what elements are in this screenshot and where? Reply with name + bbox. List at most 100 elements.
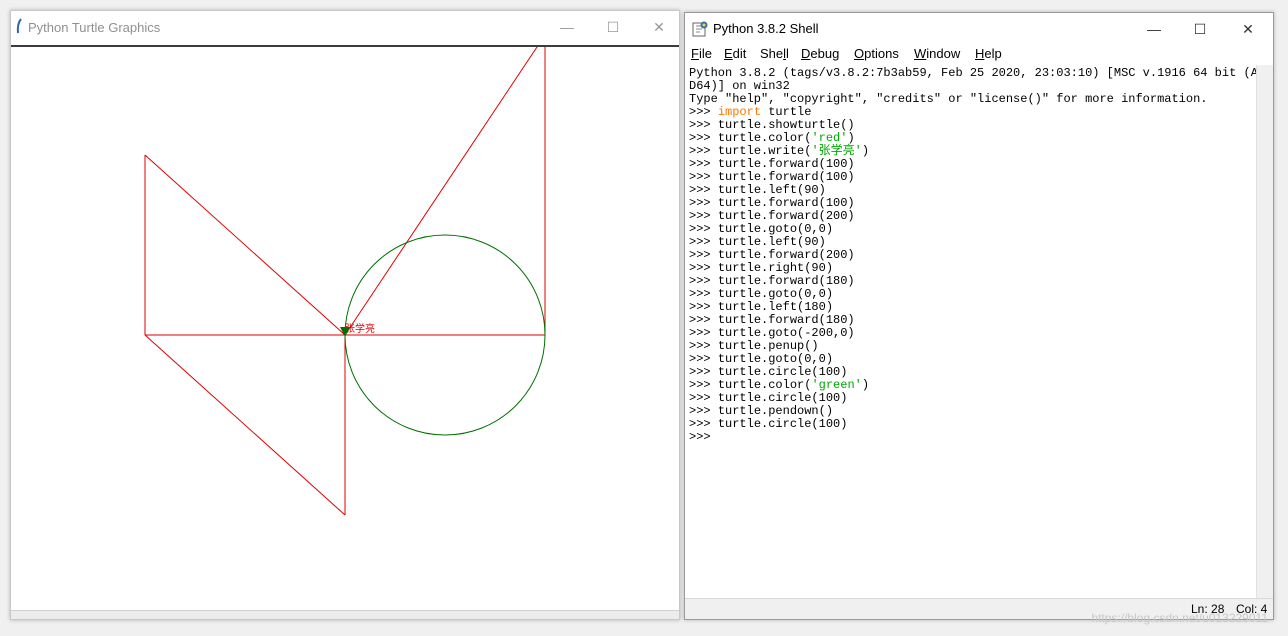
turtle-horizontal-scrollbar[interactable] [11,610,679,619]
code-token: turtle.forward(200) [717,209,855,223]
shell-prompt: >>> [689,144,718,158]
shell-prompt: >>> [689,274,718,288]
menu-label: ebug [810,46,840,61]
shell-prompt: >>> [689,235,718,249]
code-token: turtle.right(90) [717,261,834,275]
string-token: 'green' [811,378,862,392]
close-button[interactable]: ✕ [1225,13,1271,45]
drawn-line [344,47,538,336]
code-token: turtle.write( [717,144,812,158]
code-token: turtle.circle(100) [717,417,848,431]
turtle-window-title: Python Turtle Graphics [28,20,161,35]
menu-label: E [724,46,733,61]
menu-window[interactable]: Window [914,46,960,61]
shell-prompt: >>> [689,378,718,392]
maximize-button[interactable]: ☐ [1177,13,1223,45]
code-token: ) [861,378,870,392]
menu-label: H [975,46,985,61]
turtle-titlebar[interactable]: Python Turtle Graphics — ☐ ✕ [11,11,679,47]
menu-options[interactable]: Options [854,46,899,61]
menu-label: ptions [864,46,899,61]
menu-help[interactable]: Help [975,46,1002,61]
code-token: turtle.forward(180) [717,313,855,327]
shell-titlebar[interactable]: Python 3.8.2 Shell — ☐ ✕ [685,13,1273,47]
shell-input-line: >>> [689,431,1257,444]
code-token: turtle.color( [717,131,812,145]
minimize-button[interactable]: — [544,11,590,43]
menu-file[interactable]: File [691,46,712,61]
python-idle-icon [692,21,708,42]
shell-prompt: >>> [689,430,718,444]
menu-debug[interactable]: Debug [801,46,839,61]
menu-label: F [691,46,699,61]
code-token: turtle.goto(0,0) [717,287,834,301]
watermark: https://blog.csdn.net/u013229011 [1091,611,1268,625]
shell-prompt: >>> [689,391,718,405]
menu-label: She [760,46,784,61]
shell-vertical-scrollbar[interactable] [1256,65,1273,599]
shell-prompt: >>> [689,300,718,314]
code-token: turtle.circle(100) [717,391,848,405]
shell-prompt: >>> [689,248,718,262]
shell-prompt: >>> [689,105,718,119]
menu-label: l [786,46,789,61]
code-token: turtle.goto(0,0) [717,222,834,236]
drawn-line [144,334,346,516]
turtle-canvas[interactable]: 张学亮 [11,47,679,613]
code-token: turtle.showturtle() [717,118,855,132]
menu-label: indow [926,46,961,61]
shell-prompt: >>> [689,131,718,145]
code-token: turtle.pendown() [717,404,834,418]
shell-window-title: Python 3.8.2 Shell [713,21,819,36]
shell-prompt: >>> [689,352,718,366]
code-token: turtle.forward(100) [717,157,855,171]
code-token: turtle.left(90) [717,183,826,197]
feather-icon [15,18,23,39]
maximize-button[interactable]: ☐ [590,11,636,43]
code-token: turtle.goto(0,0) [717,352,834,366]
menu-label: D [801,46,811,61]
shell-prompt: >>> [689,196,718,210]
menu-label: W [914,46,927,61]
shell-prompt: >>> [689,118,718,132]
code-token: turtle.circle(100) [717,365,848,379]
idle-shell-window: Python 3.8.2 Shell — ☐ ✕ File Edit Shell… [684,12,1274,620]
shell-prompt: >>> [689,365,718,379]
menu-bar: File Edit Shell Debug Options Window Hel… [685,45,1273,65]
shell-prompt: >>> [689,313,718,327]
code-token: turtle.left(90) [717,235,826,249]
code-token: turtle.forward(100) [717,170,855,184]
code-token: ) [861,144,870,158]
menu-label: dit [732,46,747,61]
shell-prompt: >>> [689,417,718,431]
menu-label: ile [698,46,712,61]
shell-prompt: >>> [689,287,718,301]
code-token: ) [847,131,855,145]
shell-prompt: >>> [689,404,718,418]
shell-input-line: >>> turtle.circle(100) [689,418,1257,431]
shell-prompt: >>> [689,170,718,184]
close-button[interactable]: ✕ [636,11,682,43]
menu-shell[interactable]: Shell [760,46,789,61]
code-token: turtle.forward(100) [717,196,855,210]
turtle-graphics-window: Python Turtle Graphics — ☐ ✕ 张学亮 [10,10,680,620]
code-token: turtle.color( [717,378,812,392]
code-token: turtle.goto(-200,0) [717,326,855,340]
shell-prompt: >>> [689,157,718,171]
shell-output-area[interactable]: Python 3.8.2 (tags/v3.8.2:7b3ab59, Feb 2… [689,67,1257,599]
string-token: 'red' [811,131,848,145]
turtle-written-text: 张学亮 [345,322,375,335]
minimize-button[interactable]: — [1131,13,1177,45]
string-token: '张学亮' [811,144,862,158]
shell-prompt: >>> [689,339,718,353]
code-token: turtle.left(180) [717,300,834,314]
menu-label: elp [984,46,1002,61]
menu-label: O [854,46,865,61]
shell-prompt: >>> [689,222,718,236]
shell-prompt: >>> [689,209,718,223]
code-token: turtle [761,105,812,119]
code-token: turtle.forward(180) [717,274,855,288]
shell-prompt: >>> [689,183,718,197]
menu-edit[interactable]: Edit [724,46,746,61]
shell-prompt: >>> [689,261,718,275]
